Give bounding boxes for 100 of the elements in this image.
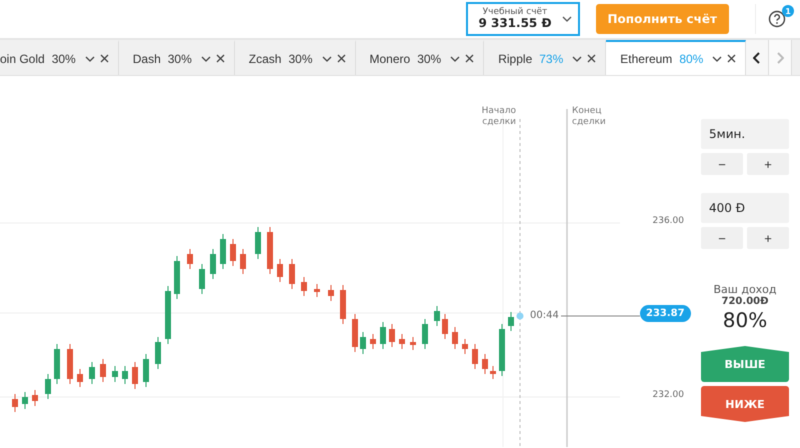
- candlestick: [380, 322, 386, 350]
- candlestick: [22, 392, 28, 410]
- asset-tab[interactable]: Zcash 30%: [234, 40, 356, 75]
- help-icon[interactable]: [768, 10, 786, 28]
- chevron-down-icon[interactable]: [712, 56, 722, 62]
- candlestick: [155, 336, 161, 370]
- y-axis-label: 236.00: [652, 216, 684, 226]
- candlestick: [100, 358, 106, 382]
- account-label: Учебный счёт: [482, 6, 548, 18]
- candlestick: [220, 234, 226, 270]
- chevron-down-icon[interactable]: [200, 56, 211, 62]
- candlestick: [422, 318, 428, 350]
- candlestick: [399, 334, 405, 350]
- close-icon[interactable]: [336, 54, 346, 63]
- trade-start-label: Начало сделки: [480, 106, 516, 128]
- candlestick: [174, 256, 180, 300]
- notification-badge: 1: [782, 5, 794, 17]
- asset-tab[interactable]: Monero 30%: [356, 40, 484, 75]
- input-field[interactable]: 400 Ð: [701, 193, 789, 223]
- close-icon[interactable]: [100, 54, 109, 63]
- payout-percent: 73%: [539, 52, 564, 66]
- candlestick: [462, 338, 468, 354]
- candlestick: [67, 344, 73, 384]
- close-icon[interactable]: [216, 54, 225, 63]
- asset-name: Ethereum: [620, 52, 672, 66]
- chevron-right-icon: [776, 52, 784, 64]
- candlestick: [499, 324, 505, 376]
- candlestick: [122, 366, 128, 384]
- candlestick: [352, 314, 358, 352]
- current-price-badge: 233.87: [640, 305, 691, 322]
- income-label: Ваш доход: [713, 283, 777, 296]
- decrease-button[interactable]: −: [701, 153, 743, 175]
- chevron-down-icon[interactable]: [84, 56, 95, 62]
- chevron-down-icon[interactable]: [572, 56, 582, 62]
- asset-name: Dash: [132, 52, 161, 66]
- candlestick: [12, 394, 18, 412]
- payout-percent: 80%: [679, 52, 704, 66]
- candlestick: [54, 344, 60, 384]
- current-price-dot: [516, 312, 524, 320]
- payout-percent: 80%: [722, 308, 768, 332]
- candlestick: [360, 332, 366, 354]
- increase-button[interactable]: +: [747, 227, 789, 249]
- chevron-down-icon[interactable]: [322, 56, 332, 62]
- input-field[interactable]: 5мин.: [701, 119, 789, 149]
- candlestick: [165, 286, 171, 344]
- candlestick: [314, 284, 320, 298]
- asset-name: oin Gold: [0, 52, 45, 66]
- candlestick: [89, 362, 95, 384]
- candlestick: [210, 248, 216, 280]
- candlestick: [289, 258, 295, 290]
- countdown-timer: 00:44: [528, 310, 561, 321]
- trade-end-label: Конец сделки: [572, 106, 607, 128]
- asset-name: Ripple: [498, 52, 532, 66]
- candlestick: [112, 366, 118, 382]
- payout-percent: 30%: [52, 52, 76, 66]
- close-icon[interactable]: [465, 54, 474, 63]
- candlestick: [442, 314, 448, 340]
- candlestick: [410, 336, 416, 350]
- close-icon[interactable]: [727, 54, 736, 63]
- candlestick: [143, 354, 149, 388]
- asset-tab[interactable]: Ethereum 80%: [606, 40, 746, 75]
- chevron-down-icon[interactable]: [450, 56, 460, 62]
- lower-button[interactable]: НИЖЕ: [701, 386, 789, 422]
- asset-tab[interactable]: Dash 30%: [118, 40, 235, 75]
- candlestick: [187, 248, 193, 270]
- close-icon[interactable]: [587, 54, 596, 63]
- account-balance: 9 331.55 Ð: [478, 17, 552, 32]
- candlestick: [434, 306, 440, 326]
- income-value: 720.00Ð: [722, 296, 768, 307]
- candlestick: [370, 334, 376, 350]
- chevron-left-icon: [753, 52, 762, 64]
- candlestick: [508, 312, 514, 332]
- candlestick: [452, 326, 458, 350]
- increase-button[interactable]: +: [747, 153, 789, 175]
- previous-tab-button[interactable]: [746, 40, 770, 75]
- decrease-button[interactable]: −: [701, 227, 743, 249]
- candlestick: [230, 238, 236, 266]
- payout-percent: 30%: [417, 52, 442, 66]
- asset-name: Zcash: [248, 52, 282, 66]
- candlestick: [389, 324, 395, 348]
- candlestick: [132, 362, 138, 390]
- candlestick: [340, 284, 346, 324]
- asset-name: Monero: [370, 52, 410, 66]
- candlestick: [277, 258, 283, 282]
- candlestick: [328, 284, 334, 302]
- payout-percent: 30%: [288, 52, 312, 66]
- candlestick: [301, 276, 307, 296]
- chevron-down-icon: [562, 16, 572, 22]
- account-selector[interactable]: Учебный счёт 9 331.55 Ð: [466, 2, 580, 36]
- candlestick: [472, 344, 478, 370]
- candlestick: [45, 374, 51, 400]
- candlestick: [240, 248, 246, 274]
- candlestick: [482, 354, 488, 374]
- candlestick: [77, 368, 83, 388]
- y-axis-label: 232.00: [652, 390, 684, 400]
- candlestick: [32, 390, 38, 406]
- candlestick: [255, 226, 261, 260]
- asset-tab[interactable]: oin Gold 30%: [0, 40, 119, 75]
- candlestick: [199, 264, 205, 294]
- candlestick: [490, 366, 496, 380]
